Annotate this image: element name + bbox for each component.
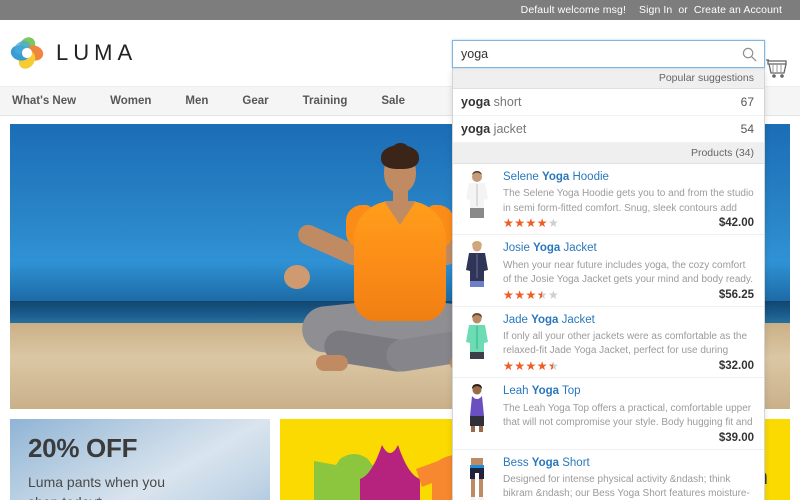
promo-left-headline: 20% OFF <box>28 433 138 463</box>
product-suggestion-row[interactable]: Selene Yoga Hoodie The Selene Yoga Hoodi… <box>453 164 764 236</box>
product-info: Jade Yoga Jacket If only all your other … <box>503 313 754 372</box>
logo-wordmark: LUMA <box>56 40 138 65</box>
shopping-cart-icon[interactable] <box>764 56 790 80</box>
product-suggestion-row[interactable]: Josie Yoga Jacket When your near future … <box>453 235 764 307</box>
nav-item-women[interactable]: Women <box>110 95 168 107</box>
product-name-pre: Bess <box>503 456 532 469</box>
product-name: Bess Yoga Short <box>503 456 754 470</box>
josie-yoga-jacket-thumb <box>459 241 495 291</box>
product-suggestion-row[interactable]: Bess Yoga Short Designed for intense phy… <box>453 450 764 500</box>
site-logo[interactable]: LUMA <box>10 36 137 70</box>
product-name-match: Yoga <box>531 385 560 398</box>
promo-left-line1: Luma pants when you <box>28 474 165 490</box>
product-name: Selene Yoga Hoodie <box>503 170 754 184</box>
selene-yoga-hoodie-thumb <box>459 170 495 220</box>
nav-item-men[interactable]: Men <box>185 95 225 107</box>
suggestion-text: yoga short <box>461 95 521 109</box>
product-rating-stars: ★★★★★★★★★★ <box>503 216 560 231</box>
product-name-match: Yoga <box>533 242 561 255</box>
utility-topbar: Default welcome msg! Sign In or Create a… <box>0 0 800 20</box>
welcome-message: Default welcome msg! <box>520 4 626 16</box>
search-icon[interactable] <box>742 47 757 62</box>
product-description: The Selene Yoga Hoodie gets you to and f… <box>503 188 754 214</box>
product-name-post: Short <box>559 456 590 469</box>
product-price: $32.00 <box>718 360 754 373</box>
product-suggestion-row[interactable]: Leah Yoga Top The Leah Yoga Top offers a… <box>453 378 764 450</box>
suggestion-rest-term: short <box>490 95 522 109</box>
product-name-match: Yoga <box>542 171 570 183</box>
product-description: If only all your other jackets were as c… <box>503 331 748 357</box>
product-info: Bess Yoga Short Designed for intense phy… <box>503 456 754 500</box>
jade-yoga-jacket-thumb <box>459 312 495 363</box>
product-name-pre: Josie <box>503 242 534 255</box>
popular-suggestions-heading: Popular suggestions <box>453 68 764 89</box>
product-suggestion-row[interactable]: Jade Yoga Jacket If only all your other … <box>453 307 764 379</box>
product-name-post: Hoodie <box>569 171 609 183</box>
nav-item-sale[interactable]: Sale <box>381 95 422 107</box>
product-description: Designed for intense physical activity &… <box>503 473 750 500</box>
product-info: Selene Yoga Hoodie The Selene Yoga Hoodi… <box>503 170 754 229</box>
search-block: Popular suggestions yoga short 67 yoga j… <box>452 40 765 500</box>
product-name-post: Jacket <box>560 242 597 255</box>
product-name: Leah Yoga Top <box>503 384 754 398</box>
product-rating-stars: ★★★★★★★★★★ <box>503 359 560 374</box>
luma-storefront-page: Default welcome msg! Sign In or Create a… <box>0 0 800 500</box>
product-name-match: Yoga <box>531 456 560 469</box>
product-info: Leah Yoga Top The Leah Yoga Top offers a… <box>503 384 754 443</box>
product-name-pre: Jade <box>503 313 532 326</box>
suggestion-row-yoga-short[interactable]: yoga short 67 <box>453 89 764 116</box>
promo-left-line2: shop today* <box>28 492 252 500</box>
nav-item-gear[interactable]: Gear <box>242 95 285 107</box>
suggestion-count: 67 <box>740 95 754 109</box>
product-description: The Leah Yoga Top offers a practical, co… <box>503 402 753 428</box>
products-heading: Products (34) <box>453 143 764 164</box>
suggestion-count: 54 <box>740 122 754 136</box>
search-field[interactable] <box>452 40 765 68</box>
product-price: $39.00 <box>718 431 754 444</box>
product-suggestion-list: Selene Yoga Hoodie The Selene Yoga Hoodi… <box>453 164 764 500</box>
nav-item-training[interactable]: Training <box>303 95 365 107</box>
product-price: $56.25 <box>718 288 754 301</box>
product-description: When your near future includes yoga, the… <box>503 259 753 285</box>
product-name-match: Yoga <box>531 313 559 326</box>
or-separator: or <box>678 4 688 16</box>
create-account-link[interactable]: Create an Account <box>694 4 782 16</box>
leah-yoga-top-thumb <box>459 384 495 434</box>
search-input[interactable] <box>453 41 764 67</box>
bess-yoga-short-thumb <box>459 456 495 500</box>
search-autocomplete-dropdown: Popular suggestions yoga short 67 yoga j… <box>452 68 765 500</box>
suggestion-bold-term: yoga <box>461 122 491 136</box>
suggestion-bold-term: yoga <box>461 95 491 109</box>
luma-petals-logo-icon <box>10 36 44 70</box>
product-name: Jade Yoga Jacket <box>503 313 754 327</box>
product-name-pre: Selene <box>503 171 543 183</box>
sign-in-link[interactable]: Sign In <box>639 4 672 16</box>
suggestion-text: yoga jacket <box>461 122 526 136</box>
product-rating-stars: ★★★★★★★★★★ <box>503 287 560 302</box>
product-name: Josie Yoga Jacket <box>503 241 754 255</box>
suggestion-row-yoga-jacket[interactable]: yoga jacket 54 <box>453 116 764 143</box>
product-name-post: Top <box>559 385 581 398</box>
product-price: $42.00 <box>718 217 754 230</box>
suggestion-rest-term: jacket <box>490 122 527 136</box>
product-name-pre: Leah <box>503 385 532 398</box>
product-info: Josie Yoga Jacket When your near future … <box>503 241 754 300</box>
nav-item-whats-new[interactable]: What's New <box>12 95 93 107</box>
product-name-post: Jacket <box>558 313 595 326</box>
promo-banner-pants-discount[interactable]: 20% OFF Luma pants when you shop today* <box>10 419 270 500</box>
